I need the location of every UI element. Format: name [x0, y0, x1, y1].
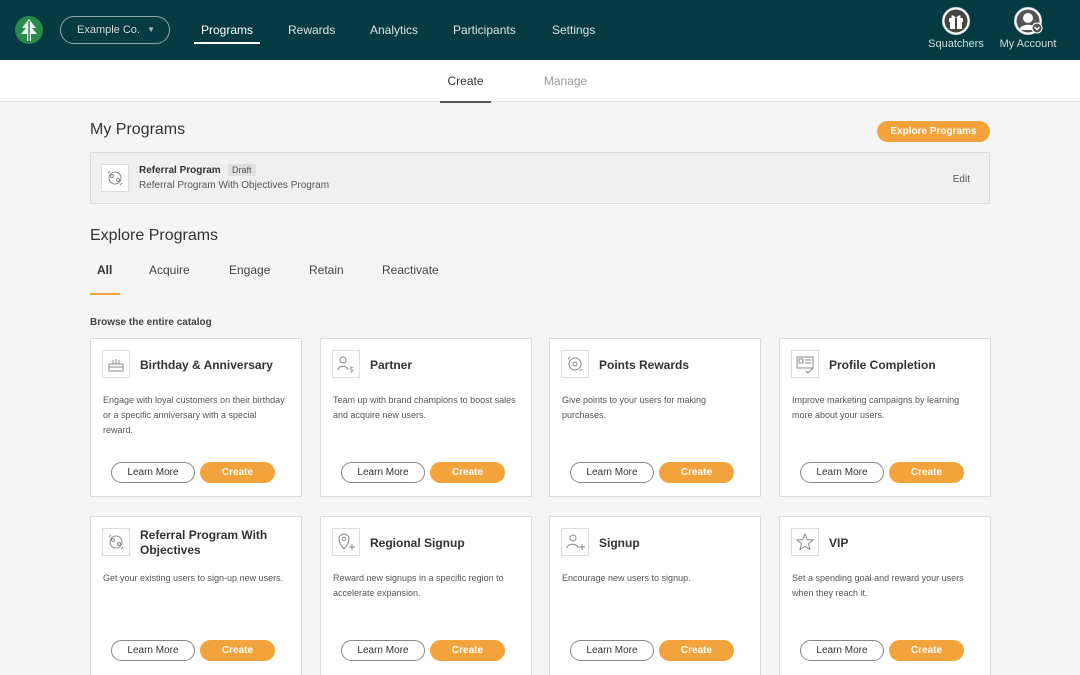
- svg-text:$: $: [349, 365, 354, 374]
- learn-more-button[interactable]: Learn More: [111, 640, 195, 661]
- card-description: Give points to your users for making pur…: [562, 395, 707, 420]
- explore-programs-button[interactable]: Explore Programs: [877, 121, 990, 142]
- nav-participants[interactable]: Participants: [453, 0, 516, 60]
- category-tab-reactivate[interactable]: Reactivate: [382, 263, 439, 295]
- tab-manage[interactable]: Manage: [540, 60, 591, 102]
- program-card-partner: $ Partner Team up with brand champions t…: [320, 338, 532, 497]
- card-description: Engage with loyal customers on their bir…: [103, 395, 285, 435]
- active-tab-indicator: [90, 293, 120, 295]
- edit-program-link[interactable]: Edit: [953, 174, 970, 185]
- learn-more-button[interactable]: Learn More: [341, 640, 425, 661]
- tree-logo-icon[interactable]: [14, 15, 44, 45]
- status-badge: Draft: [228, 164, 256, 176]
- create-button[interactable]: Create: [200, 640, 275, 661]
- create-button[interactable]: Create: [659, 640, 734, 661]
- learn-more-button[interactable]: Learn More: [341, 462, 425, 483]
- learn-more-button[interactable]: Learn More: [111, 462, 195, 483]
- program-card-signup: Signup Encourage new users to signup. Le…: [549, 516, 761, 675]
- organization-name: Example Co.: [77, 24, 140, 36]
- create-button[interactable]: Create: [430, 640, 505, 661]
- program-description: Referral Program With Objectives Program: [139, 180, 330, 191]
- referral-icon: [102, 528, 130, 556]
- category-tab-engage[interactable]: Engage: [229, 263, 270, 295]
- program-card-referral-objectives: Referral Program With Objectives Get you…: [90, 516, 302, 675]
- add-user-icon: [561, 528, 589, 556]
- card-description: Reward new signups in a specific region …: [333, 573, 504, 598]
- category-tab-all[interactable]: All: [97, 263, 112, 295]
- my-account-button[interactable]: My Account: [998, 6, 1058, 50]
- top-navbar: Example Co. ▼ Programs Rewards Analytics…: [0, 0, 1080, 60]
- gift-icon: [941, 6, 971, 36]
- my-programs-heading: My Programs: [90, 121, 186, 138]
- card-title: Referral Program With Objectives: [140, 528, 268, 557]
- learn-more-button[interactable]: Learn More: [570, 640, 654, 661]
- learn-more-button[interactable]: Learn More: [800, 640, 884, 661]
- nav-rewards[interactable]: Rewards: [288, 0, 335, 60]
- card-title: Points Rewards: [599, 358, 690, 372]
- category-tab-retain[interactable]: Retain: [309, 263, 344, 295]
- nav-analytics[interactable]: Analytics: [370, 0, 418, 60]
- category-tab-acquire[interactable]: Acquire: [149, 263, 190, 295]
- card-description: Improve marketing campaigns by learning …: [792, 395, 960, 420]
- program-card-vip: VIP Set a spending goal and reward your …: [779, 516, 991, 675]
- card-title: Partner: [370, 358, 413, 372]
- partner-icon: $: [332, 350, 360, 378]
- program-card-points-rewards: Points Rewards Give points to your users…: [549, 338, 761, 497]
- program-card-birthday-anniversary: Birthday & Anniversary Engage with loyal…: [90, 338, 302, 497]
- my-account-label: My Account: [999, 38, 1057, 50]
- learn-more-button[interactable]: Learn More: [570, 462, 654, 483]
- card-title: Birthday & Anniversary: [140, 358, 273, 372]
- nav-programs[interactable]: Programs: [193, 0, 261, 60]
- card-description: Encourage new users to signup.: [562, 573, 691, 583]
- points-icon: [561, 350, 589, 378]
- profile-card-icon: [791, 350, 819, 378]
- cake-icon: [102, 350, 130, 378]
- card-description: Get your existing users to sign-up new u…: [103, 573, 284, 583]
- browse-catalog-label: Browse the entire catalog: [90, 317, 212, 328]
- create-button[interactable]: Create: [200, 462, 275, 483]
- subtab-bar: Create Manage: [0, 60, 1080, 103]
- create-button[interactable]: Create: [659, 462, 734, 483]
- program-name: Referral Program: [139, 165, 221, 176]
- star-icon: [791, 528, 819, 556]
- learn-more-button[interactable]: Learn More: [800, 462, 884, 483]
- card-title: Profile Completion: [829, 358, 936, 372]
- referral-icon: [101, 164, 129, 192]
- chevron-down-icon: ▼: [147, 25, 155, 34]
- tab-create[interactable]: Create: [440, 60, 491, 103]
- squatchers-button[interactable]: Squatchers: [928, 6, 984, 50]
- card-description: Set a spending goal and reward your user…: [792, 573, 964, 598]
- location-pin-icon: [332, 528, 360, 556]
- create-button[interactable]: Create: [889, 462, 964, 483]
- program-card-profile-completion: Profile Completion Improve marketing cam…: [779, 338, 991, 497]
- card-title: VIP: [829, 536, 849, 550]
- organization-selector[interactable]: Example Co. ▼: [60, 16, 170, 44]
- card-title: Regional Signup: [370, 536, 465, 550]
- card-description: Team up with brand champions to boost sa…: [333, 395, 516, 420]
- create-button[interactable]: Create: [889, 640, 964, 661]
- nav-settings[interactable]: Settings: [552, 0, 595, 60]
- program-card-regional-signup: Regional Signup Reward new signups in a …: [320, 516, 532, 675]
- program-row[interactable]: Referral Program Draft Referral Program …: [90, 152, 990, 204]
- create-button[interactable]: Create: [430, 462, 505, 483]
- squatchers-label: Squatchers: [928, 38, 984, 50]
- explore-programs-heading: Explore Programs: [90, 227, 219, 244]
- card-title: Signup: [599, 536, 640, 550]
- account-icon: [1013, 6, 1043, 36]
